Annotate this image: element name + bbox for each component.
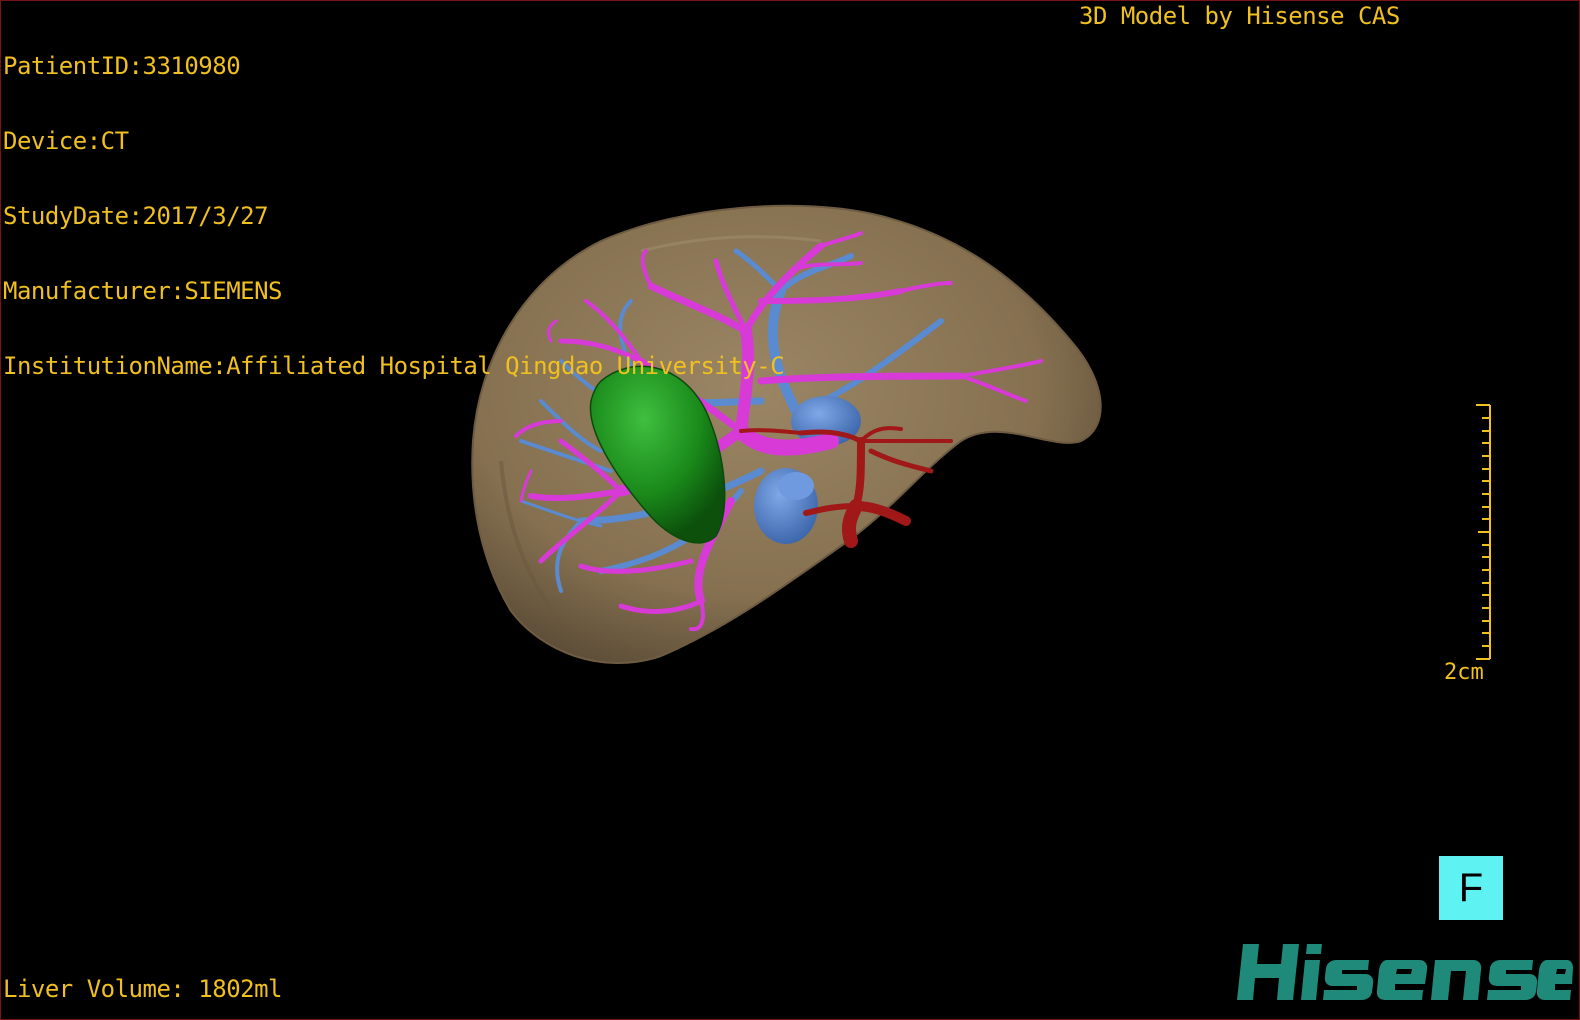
- liver-volume: Liver Volume: 1802ml: [3, 975, 282, 1003]
- study-date: StudyDate:2017/3/27: [3, 202, 269, 230]
- scale-bar: [1476, 404, 1491, 660]
- patient-id: PatientID:3310980: [3, 52, 241, 80]
- model-credit: 3D Model by Hisense CAS: [1079, 2, 1400, 30]
- manufacturer: Manufacturer:SIEMENS: [3, 277, 282, 305]
- institution-name: InstitutionName:Affiliated Hospital Qing…: [3, 352, 785, 380]
- device: Device:CT: [3, 127, 129, 155]
- 3d-viewport[interactable]: PatientID:3310980 Device:CT StudyDate:20…: [0, 0, 1580, 1020]
- dicom-info-block: PatientID:3310980 Device:CT StudyDate:20…: [3, 4, 785, 429]
- hisense-logo: [1237, 944, 1573, 1000]
- orientation-cube[interactable]: F: [1439, 856, 1503, 920]
- scale-label: 2cm: [1444, 660, 1484, 685]
